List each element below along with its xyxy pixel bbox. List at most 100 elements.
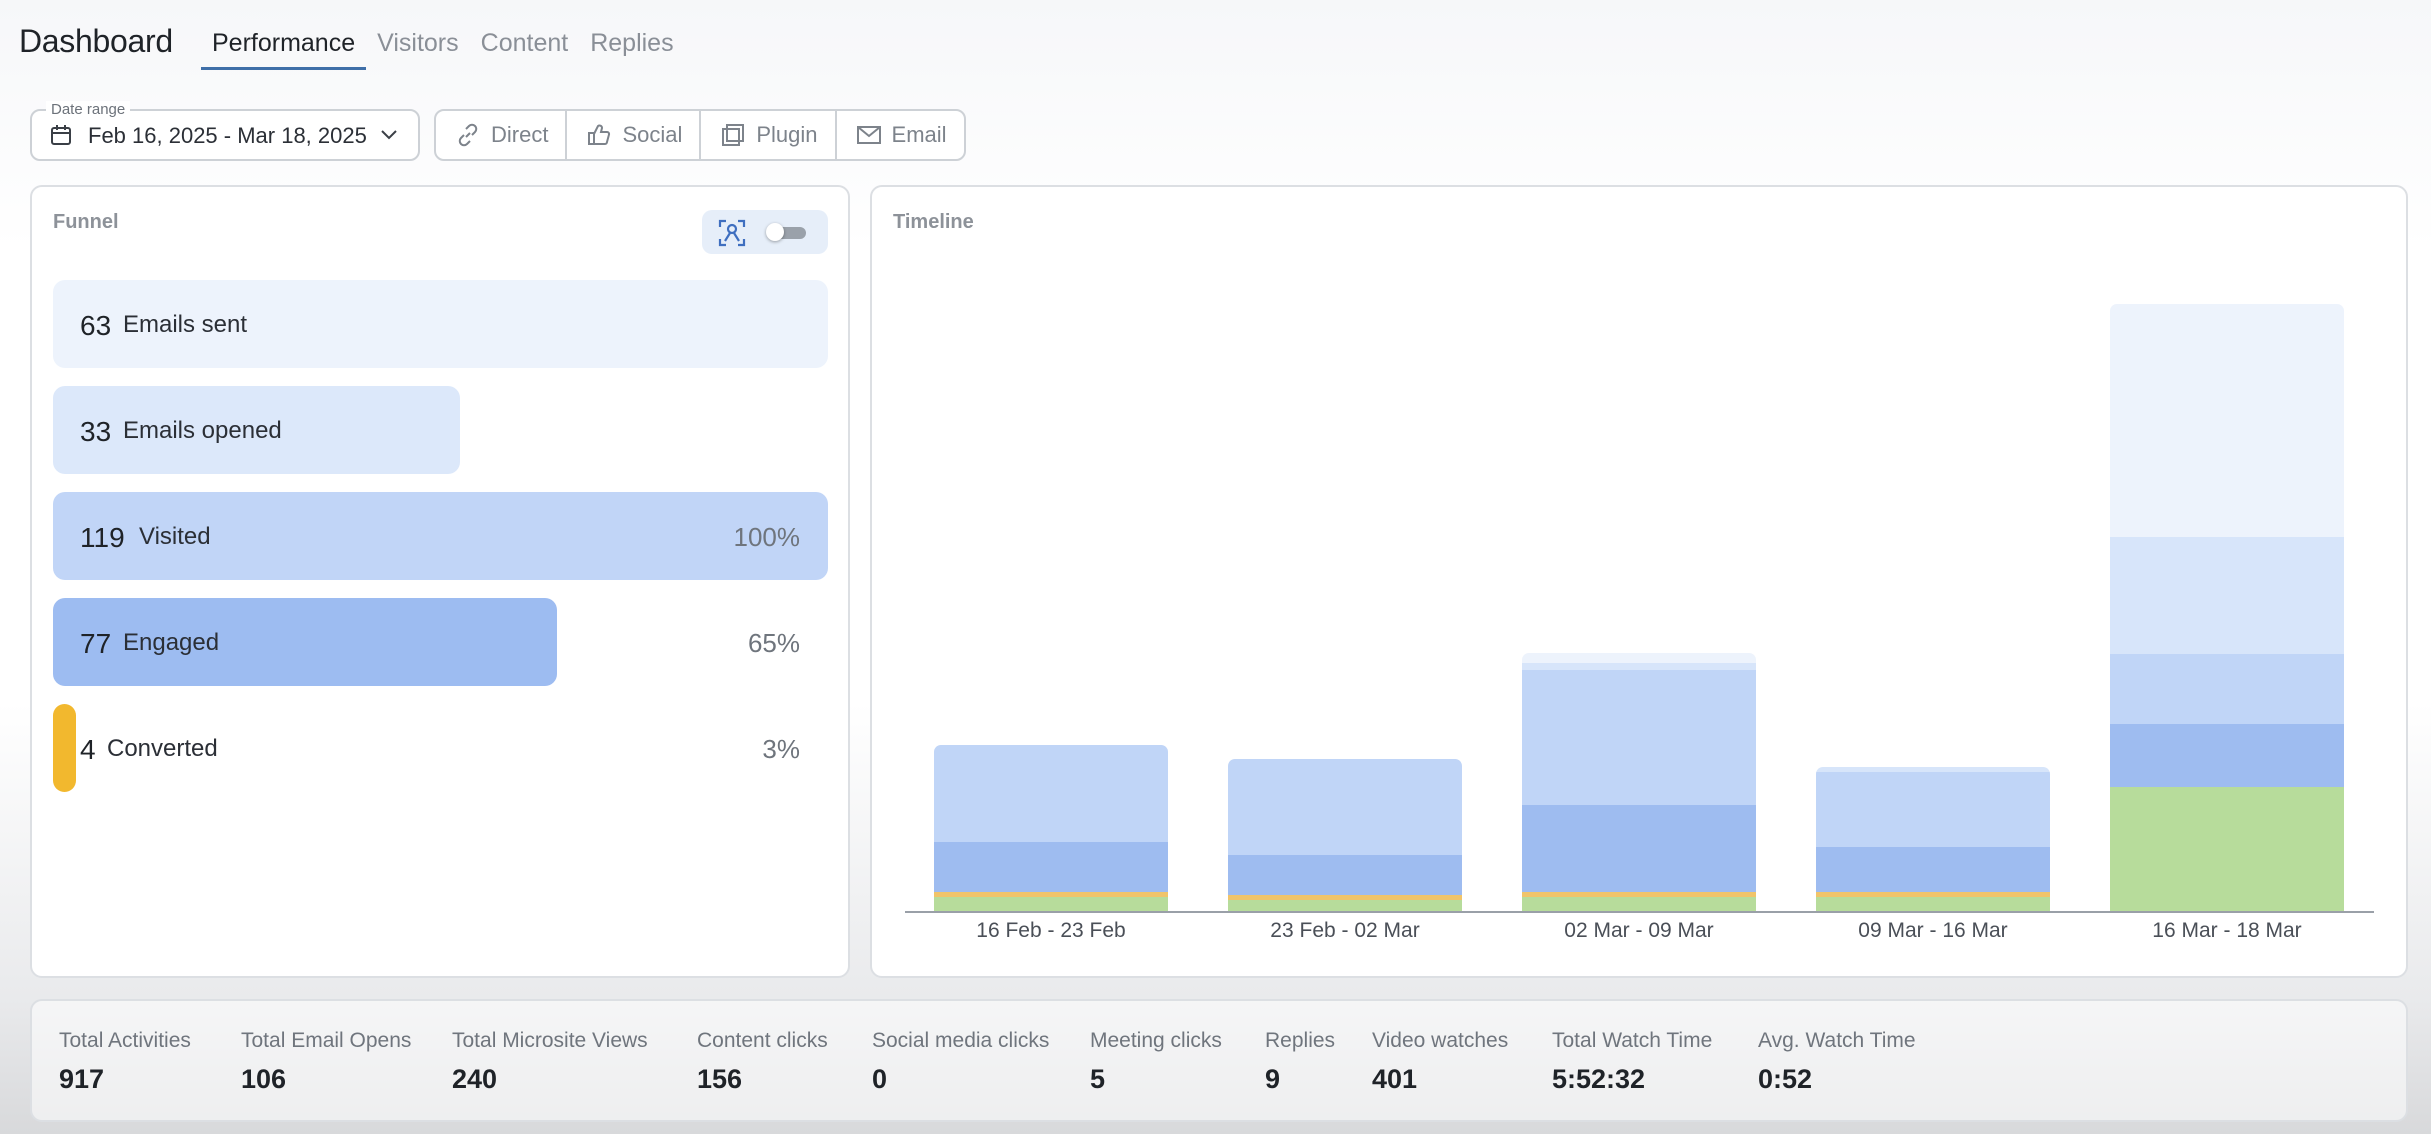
funnel-count: 77 <box>80 628 112 659</box>
timeline-bar[interactable] <box>1816 767 2050 912</box>
funnel-bar <box>53 704 76 792</box>
plugin-icon <box>722 124 745 146</box>
timeline-x-tick-label: 02 Mar - 09 Mar <box>1564 919 1713 942</box>
envelope-icon <box>856 126 881 144</box>
tab-replies[interactable]: Replies <box>579 0 684 72</box>
stat-label: Avg. Watch Time <box>1758 1029 1916 1052</box>
timeline-bar-segment <box>1228 895 1462 900</box>
stat-label: Total Email Opens <box>241 1029 412 1052</box>
stat-label: Total Activities <box>59 1029 191 1052</box>
toggle-knob <box>766 223 784 241</box>
timeline-bar-segment <box>2110 724 2344 787</box>
funnel-label: Emails sent <box>123 311 248 338</box>
timeline-bar-segment <box>2110 304 2344 537</box>
timeline-bar-segment <box>934 745 1168 842</box>
stat-value: 917 <box>59 1064 105 1094</box>
tab-performance[interactable]: Performance <box>201 0 367 72</box>
source-direct-label: Direct <box>491 122 549 147</box>
tab-bar: Performance Visitors Content Replies <box>201 0 685 72</box>
stat-value: 0:52 <box>1758 1064 1813 1094</box>
funnel-percent: 3% <box>762 734 800 764</box>
timeline-bar-segment <box>2110 537 2344 654</box>
timeline-bar-segment <box>934 892 1168 897</box>
date-range-value: Feb 16, 2025 - Mar 18, 2025 <box>88 123 367 148</box>
stat-value: 5 <box>1090 1064 1106 1094</box>
stat-value: 240 <box>452 1064 498 1094</box>
date-range-label: Date range <box>46 101 131 118</box>
stat-label: Content clicks <box>697 1029 828 1052</box>
timeline-bar-segment <box>1816 892 2050 897</box>
chevron-down-icon[interactable] <box>380 126 398 144</box>
timeline-bar-segment <box>934 842 1168 892</box>
stats-summary-bar: Total Activities 917 Total Email Opens 1… <box>30 999 2408 1122</box>
timeline-bar-segment <box>1522 670 1756 805</box>
source-direct-button[interactable]: Direct <box>436 111 568 159</box>
stat-label: Replies <box>1265 1029 1336 1052</box>
timeline-bar-segment <box>1522 892 1756 897</box>
funnel-row-emails-opened[interactable]: 33 Emails opened <box>53 386 828 474</box>
timeline-bar-segment <box>1522 897 1756 912</box>
funnel-percent: 65% <box>747 628 800 658</box>
timeline-bar-segment <box>1228 759 1462 855</box>
timeline-bar-segment <box>1522 805 1756 892</box>
stat-value: 5:52:32 <box>1552 1064 1646 1094</box>
timeline-bar-segment <box>934 897 1168 912</box>
funnel-row-emails-sent[interactable]: 63 Emails sent <box>53 280 828 368</box>
timeline-chart: 16 Feb - 23 Feb 23 Feb - 02 Mar 02 Mar - 0… <box>905 304 2374 942</box>
timeline-bar[interactable] <box>2110 304 2344 912</box>
funnel-label: Converted <box>107 735 218 762</box>
calendar-icon <box>51 125 71 145</box>
date-range-picker[interactable]: Date range Feb 16, 2025 - Mar 18, 2025 <box>30 101 420 161</box>
timeline-bar-segment <box>1816 847 2050 892</box>
funnel-label: Engaged <box>123 629 220 656</box>
timeline-bar-segment <box>1816 772 2050 847</box>
top-bar: Dashboard Performance Visitors Content R… <box>0 0 2431 80</box>
funnel-title: Funnel <box>53 211 119 233</box>
source-social-label: Social <box>622 122 683 147</box>
timeline-card: Timeline 16 Feb - 23 Feb 23 Feb - 02 Mar 0… <box>870 185 2408 978</box>
tab-content[interactable]: Content <box>470 0 580 72</box>
funnel-row-converted[interactable]: 4 Converted 3% <box>53 704 828 792</box>
funnel-label: Visited <box>139 523 211 550</box>
funnel-row-engaged[interactable]: 77 Engaged 65% <box>53 598 828 686</box>
timeline-bar-segment <box>1522 653 1756 663</box>
timeline-bar-segment <box>2110 654 2344 724</box>
funnel-count: 63 <box>80 310 112 341</box>
stat-label: Meeting clicks <box>1090 1029 1222 1052</box>
page-title: Dashboard <box>19 23 173 59</box>
person-scan-icon <box>718 219 746 247</box>
timeline-bar-segment <box>2110 787 2344 912</box>
stat-label: Total Microsite Views <box>452 1029 648 1052</box>
timeline-bar[interactable] <box>1228 759 1462 912</box>
stat-value: 401 <box>1372 1064 1418 1094</box>
timeline-bar-segment <box>1228 855 1462 895</box>
source-email-button[interactable]: Email <box>837 111 964 159</box>
timeline-x-tick-label: 16 Mar - 18 Mar <box>2152 919 2301 942</box>
stat-value: 156 <box>697 1064 743 1094</box>
source-plugin-button[interactable]: Plugin <box>701 111 837 159</box>
funnel-count: 4 <box>80 734 96 765</box>
funnel-percent: 100% <box>733 522 801 552</box>
funnel-count: 119 <box>80 522 125 553</box>
stat-label: Video watches <box>1372 1029 1509 1052</box>
tab-visitors[interactable]: Visitors <box>366 0 470 72</box>
stat-value: 9 <box>1265 1064 1281 1094</box>
source-plugin-label: Plugin <box>756 122 818 147</box>
stat-value: 106 <box>241 1064 287 1094</box>
link-icon <box>458 123 478 147</box>
thumbs-up-icon <box>588 124 611 145</box>
timeline-bar-segment <box>1522 663 1756 670</box>
timeline-bar-segment <box>1816 897 2050 912</box>
source-social-button[interactable]: Social <box>567 111 702 159</box>
stat-label: Total Watch Time <box>1552 1029 1713 1052</box>
timeline-bar[interactable] <box>1522 653 1756 912</box>
source-email-label: Email <box>891 122 947 147</box>
timeline-bar[interactable] <box>934 745 1168 912</box>
timeline-x-tick-label: 23 Feb - 02 Mar <box>1270 919 1419 942</box>
funnel-card: Funnel 63 Emails sent 33 Emails opened 1… <box>30 185 850 978</box>
toggle-switch[interactable] <box>766 223 806 241</box>
funnel-view-toggle[interactable] <box>702 210 828 254</box>
timeline-bar-segment <box>1816 767 2050 772</box>
timeline-x-tick-label: 09 Mar - 16 Mar <box>1858 919 2007 942</box>
funnel-row-visited[interactable]: 119 Visited 100% <box>53 492 828 580</box>
